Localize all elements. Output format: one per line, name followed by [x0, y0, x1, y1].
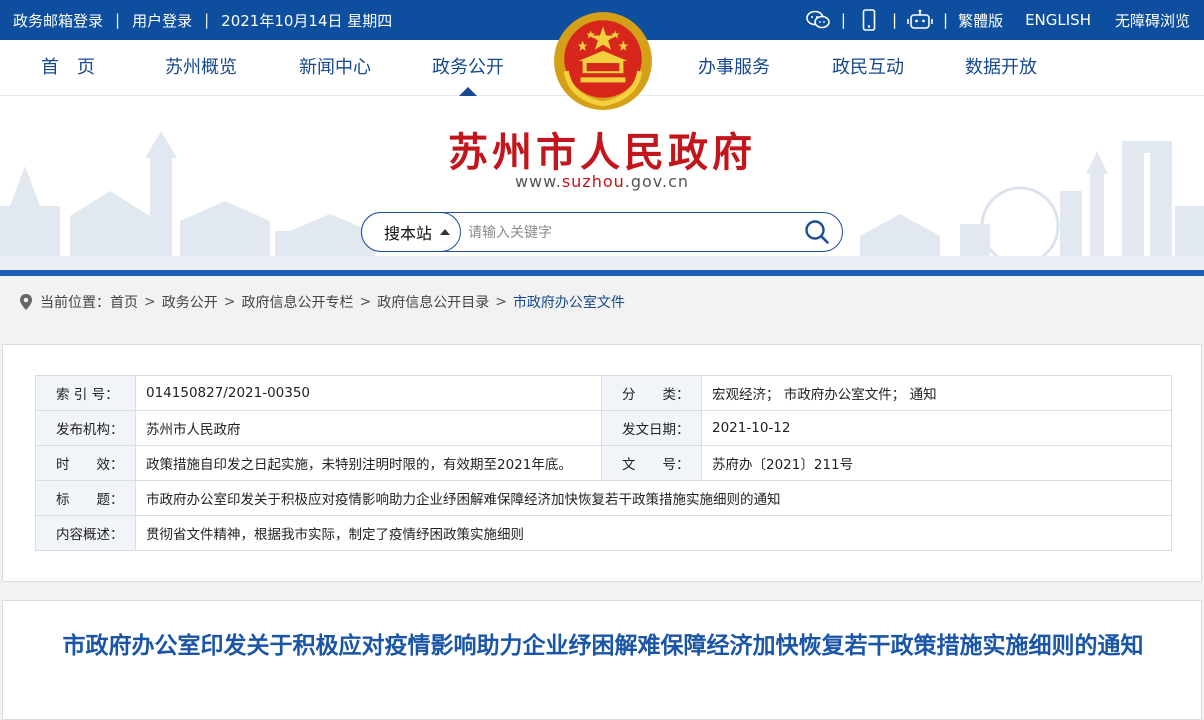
- breadcrumb-info-column[interactable]: 政府信息公开专栏: [241, 292, 353, 312]
- search-box: 搜本站: [361, 212, 843, 252]
- search-icon[interactable]: [804, 219, 830, 245]
- nav-item-open-data[interactable]: 数据开放: [965, 40, 1037, 96]
- table-row: 索 引 号： 014150827/2021-00350 分 类： 宏观经济； 市…: [35, 375, 1172, 411]
- nav-item-home[interactable]: 首 页: [41, 40, 95, 96]
- category-value: 宏观经济； 市政府办公室文件； 通知: [701, 375, 1172, 411]
- nav-item-gov-affairs[interactable]: 政务公开: [432, 40, 504, 96]
- separator: |: [204, 11, 210, 29]
- breadcrumb-separator: >: [223, 294, 236, 310]
- validity-label: 时 效：: [35, 445, 136, 481]
- table-row: 标 题： 市政府办公室印发关于积极应对疫情影响助力企业纾困解难保障经济加快恢复若…: [35, 480, 1172, 516]
- publisher-label: 发布机构：: [35, 410, 136, 446]
- site-title: 苏州市人民政府: [448, 129, 756, 176]
- publisher-value: 苏州市人民政府: [135, 410, 602, 446]
- caret-up-icon: [440, 229, 451, 235]
- robot-icon[interactable]: [907, 9, 933, 31]
- index-value: 014150827/2021-00350: [135, 375, 602, 411]
- separator: |: [943, 11, 949, 29]
- national-emblem-logo: [554, 12, 652, 110]
- nav-item-overview[interactable]: 苏州概览: [165, 40, 237, 96]
- traditional-chinese-link[interactable]: 繁體版: [958, 10, 1003, 31]
- user-login-link[interactable]: 用户登录: [132, 10, 192, 31]
- article-container: 市政府办公室印发关于积极应对疫情影响助力企业纾困解难保障经济加快恢复若干政策措施…: [2, 600, 1202, 720]
- current-date: 2021年10月14日 星期四: [221, 11, 393, 30]
- document-info-panel: 索 引 号： 014150827/2021-00350 分 类： 宏观经济； 市…: [2, 344, 1202, 582]
- table-row: 时 效： 政策措施自印发之日起实施，未特别注明时限的，有效期至2021年底。 文…: [35, 445, 1172, 481]
- mobile-icon[interactable]: [856, 9, 882, 31]
- breadcrumb-separator: >: [359, 294, 372, 310]
- doc-number-label: 文 号：: [601, 445, 702, 481]
- search-input[interactable]: [468, 221, 788, 243]
- summary-value: 贯彻省文件精神，根据我市实际，制定了疫情纾困政策实施细则: [135, 515, 1172, 551]
- nav-item-services[interactable]: 办事服务: [698, 40, 770, 96]
- title-label: 标 题：: [35, 480, 136, 516]
- table-row: 发布机构： 苏州市人民政府 发文日期： 2021-10-12: [35, 410, 1172, 446]
- title-value: 市政府办公室印发关于积极应对疫情影响助力企业纾困解难保障经济加快恢复若干政策措施…: [135, 480, 1172, 516]
- nav-item-interaction[interactable]: 政民互动: [832, 40, 904, 96]
- breadcrumb-info-catalog[interactable]: 政府信息公开目录: [377, 292, 489, 312]
- site-url-prefix: www.: [514, 172, 562, 191]
- index-label: 索 引 号：: [35, 375, 136, 411]
- doc-number-value: 苏府办〔2021〕211号: [701, 445, 1172, 481]
- site-url-highlight: suzhou: [561, 172, 625, 191]
- search-scope-dropdown[interactable]: 搜本站: [361, 212, 461, 252]
- validity-value: 政策措施自印发之日起实施，未特别注明时限的，有效期至2021年底。: [135, 445, 602, 481]
- search-scope-label: 搜本站: [384, 224, 433, 243]
- english-link[interactable]: ENGLISH: [1025, 11, 1091, 29]
- top-bar-left: 政务邮箱登录 | 用户登录 | 2021年10月14日 星期四: [13, 0, 392, 40]
- breadcrumb-label: 当前位置：: [40, 295, 110, 311]
- site-url: www.suzhou.gov.cn: [0, 172, 1204, 191]
- breadcrumb-home[interactable]: 首页: [110, 292, 138, 312]
- nav-item-news[interactable]: 新闻中心: [299, 40, 371, 96]
- accessibility-link[interactable]: 无障碍浏览: [1115, 10, 1190, 31]
- breadcrumb-separator: >: [144, 294, 156, 310]
- summary-label: 内容概述：: [35, 515, 136, 551]
- breadcrumb-gov-affairs[interactable]: 政务公开: [162, 292, 218, 312]
- site-url-suffix: .gov.cn: [624, 172, 690, 191]
- mail-login-link[interactable]: 政务邮箱登录: [13, 10, 103, 31]
- table-row: 内容概述： 贯彻省文件精神，根据我市实际，制定了疫情纾困政策实施细则: [35, 515, 1172, 551]
- separator: |: [115, 11, 121, 29]
- document-meta-table: 索 引 号： 014150827/2021-00350 分 类： 宏观经济； 市…: [35, 375, 1172, 551]
- article-title: 市政府办公室印发关于积极应对疫情影响助力企业纾困解难保障经济加快恢复若干政策措施…: [62, 633, 1144, 659]
- breadcrumb-current[interactable]: 市政府办公室文件: [513, 292, 625, 312]
- breadcrumb: 当前位置： 首页 > 政务公开 > 政府信息公开专栏 > 政府信息公开目录 > …: [0, 276, 1204, 328]
- date-value: 2021-10-12: [701, 410, 1172, 446]
- category-label: 分 类：: [601, 375, 702, 411]
- date-label: 发文日期：: [601, 410, 702, 446]
- location-pin-icon: [20, 294, 32, 310]
- top-bar-right: | | | 繁體版 ENGLISH 无障碍浏览: [805, 0, 1190, 40]
- separator: |: [840, 11, 846, 29]
- separator: |: [891, 11, 897, 29]
- breadcrumb-separator: >: [495, 294, 507, 310]
- wechat-icon[interactable]: [805, 9, 831, 31]
